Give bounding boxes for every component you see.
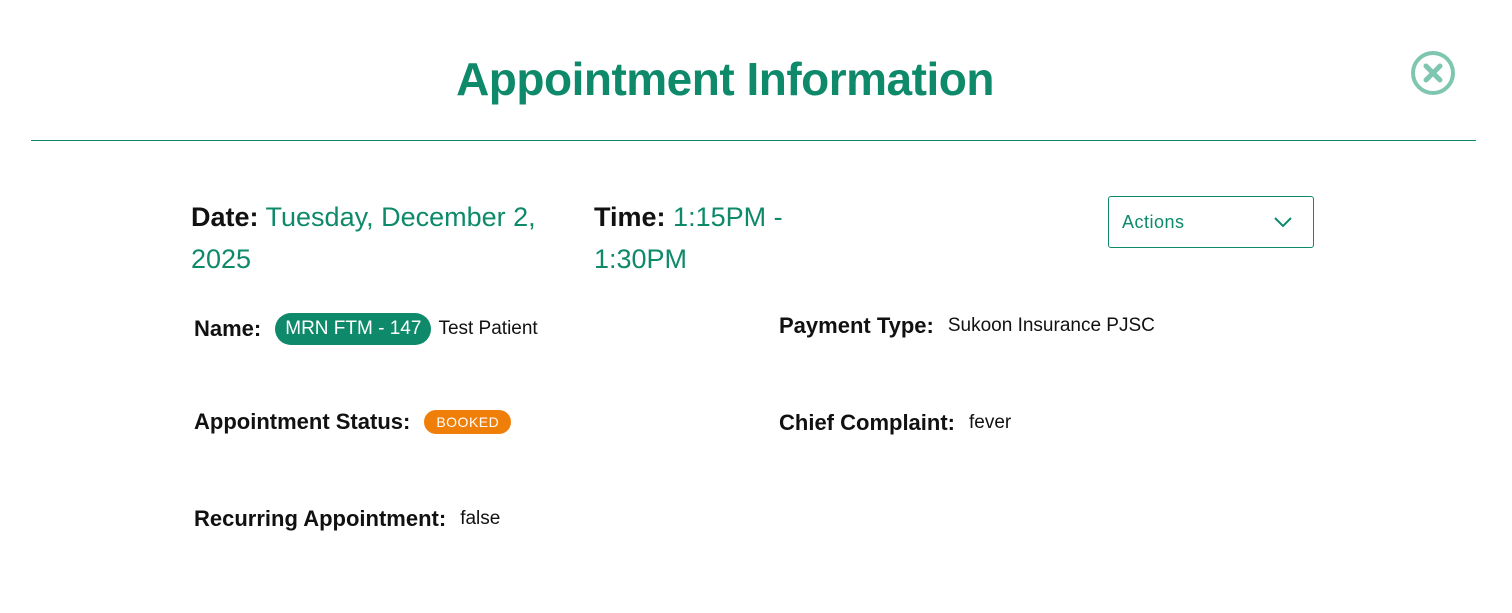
- appointment-modal: Appointment Information Date: Tuesday, D…: [0, 0, 1512, 613]
- chevron-down-icon: [1274, 217, 1292, 228]
- status-badge: BOOKED: [424, 410, 512, 434]
- status-label: Appointment Status:: [194, 409, 411, 434]
- chief-complaint-row: Chief Complaint: fever: [779, 410, 1011, 436]
- time-label: Time:: [594, 202, 666, 232]
- header-divider: [31, 140, 1476, 141]
- patient-name: Test Patient: [438, 318, 538, 339]
- actions-label: Actions: [1122, 211, 1185, 232]
- chief-complaint-value: fever: [969, 412, 1012, 433]
- appointment-date: Date: Tuesday, December 2, 2025: [191, 196, 551, 280]
- recurring-label: Recurring Appointment:: [194, 506, 447, 531]
- close-circle-icon: [1411, 51, 1455, 95]
- close-button[interactable]: [1410, 50, 1456, 96]
- modal-title: Appointment Information: [456, 53, 994, 105]
- mrn-badge: MRN FTM - 147: [275, 313, 432, 345]
- payment-type-row: Payment Type: Sukoon Insurance PJSC: [779, 313, 1155, 339]
- status-row: Appointment Status: BOOKED: [194, 409, 512, 435]
- payment-type-value: Sukoon Insurance PJSC: [947, 315, 1155, 336]
- actions-dropdown[interactable]: Actions: [1108, 196, 1314, 248]
- chief-complaint-label: Chief Complaint:: [779, 410, 955, 435]
- payment-type-label: Payment Type:: [779, 313, 934, 338]
- recurring-row: Recurring Appointment: false: [194, 506, 500, 532]
- date-label: Date:: [191, 202, 259, 232]
- appointment-time: Time: 1:15PM - 1:30PM: [594, 196, 824, 280]
- name-label: Name:: [194, 316, 262, 341]
- recurring-value: false: [460, 508, 501, 529]
- name-row: Name: MRN FTM - 147 Test Patient: [194, 313, 538, 345]
